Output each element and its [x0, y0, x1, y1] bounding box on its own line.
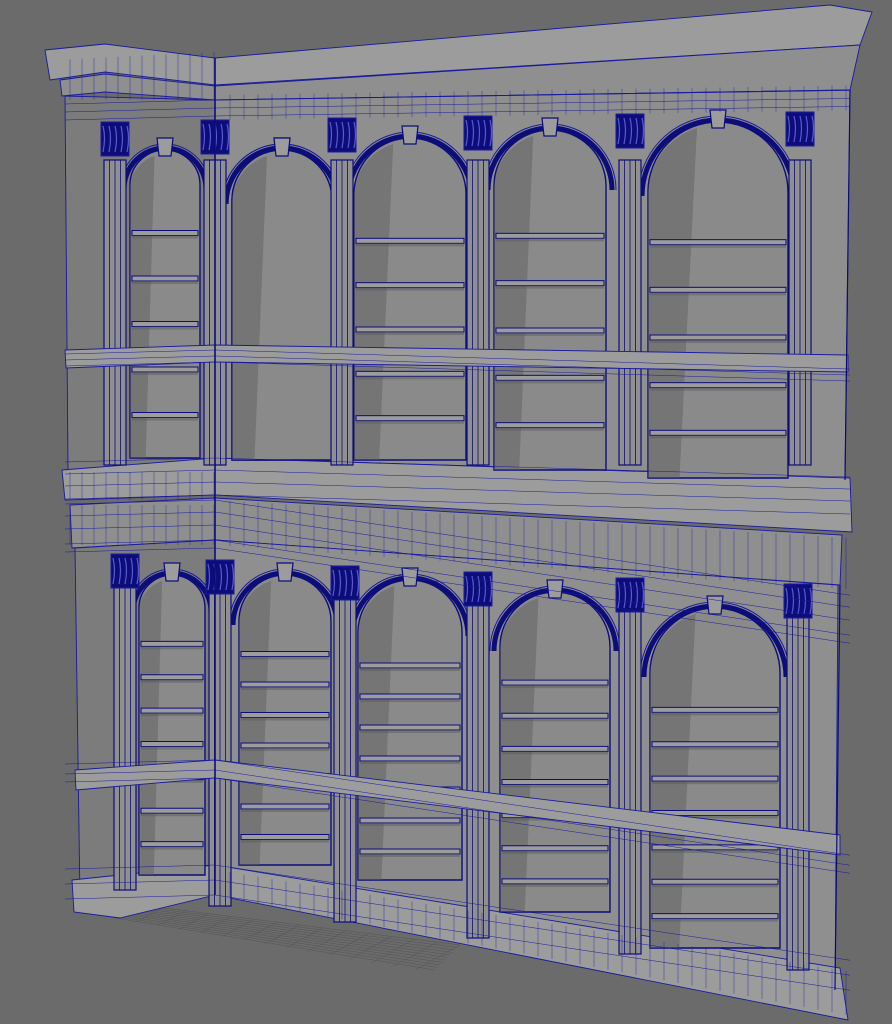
lower-niche-4	[639, 595, 791, 949]
upper-niche-4	[637, 109, 799, 479]
lower-pilaster-0	[113, 559, 137, 891]
lower-pilaster-2	[333, 571, 357, 923]
upper-capital-2-corinthian-capital-icon	[327, 117, 357, 153]
keystone-icon	[546, 579, 564, 599]
keystone-icon	[156, 137, 174, 157]
upper-capital-3-corinthian-capital-icon	[463, 115, 493, 151]
upper-tier	[61, 89, 853, 533]
lower-tier	[69, 497, 849, 1021]
upper-overlay-niche-5	[221, 137, 343, 461]
keystone-icon	[709, 109, 727, 129]
lower-niche-3	[489, 579, 621, 913]
upper-pilaster-0	[103, 159, 127, 466]
keystone-icon	[163, 562, 181, 582]
lower-pilaster-5	[786, 589, 810, 971]
lower-capital-1-corinthian-capital-icon	[205, 559, 235, 595]
3d-viewport[interactable]	[0, 0, 892, 1024]
bookcase-structure	[44, 4, 873, 101]
lower-capital-2-corinthian-capital-icon	[330, 565, 360, 601]
keystone-icon	[706, 595, 724, 615]
upper-capital-4-corinthian-capital-icon	[615, 113, 645, 149]
upper-pilaster-4	[618, 159, 642, 466]
keystone-icon	[541, 117, 559, 137]
lower-pilaster-1	[208, 565, 232, 907]
lower-capital-0-corinthian-capital-icon	[110, 553, 140, 589]
lower-niche-0	[128, 562, 216, 876]
keystone-icon	[273, 137, 291, 157]
upper-pilaster-3	[466, 159, 490, 466]
upper-niche-2	[343, 125, 477, 461]
upper-pilaster-2	[330, 159, 354, 466]
upper-niche-0	[119, 137, 211, 459]
lower-niche-2	[347, 567, 473, 881]
upper-pilaster-5	[788, 159, 812, 466]
keystone-icon	[276, 562, 294, 582]
bookcase-wireframe-model[interactable]	[0, 0, 892, 1024]
lower-niche-1	[228, 562, 342, 866]
lower-capital-4-corinthian-capital-icon	[615, 577, 645, 613]
upper-capital-5-corinthian-capital-icon	[785, 111, 815, 147]
upper-capital-0-corinthian-capital-icon	[100, 121, 130, 157]
keystone-icon	[401, 125, 419, 145]
upper-niche-3	[483, 117, 617, 471]
lower-pilaster-3	[466, 577, 490, 939]
lower-pilaster-4	[618, 583, 642, 955]
